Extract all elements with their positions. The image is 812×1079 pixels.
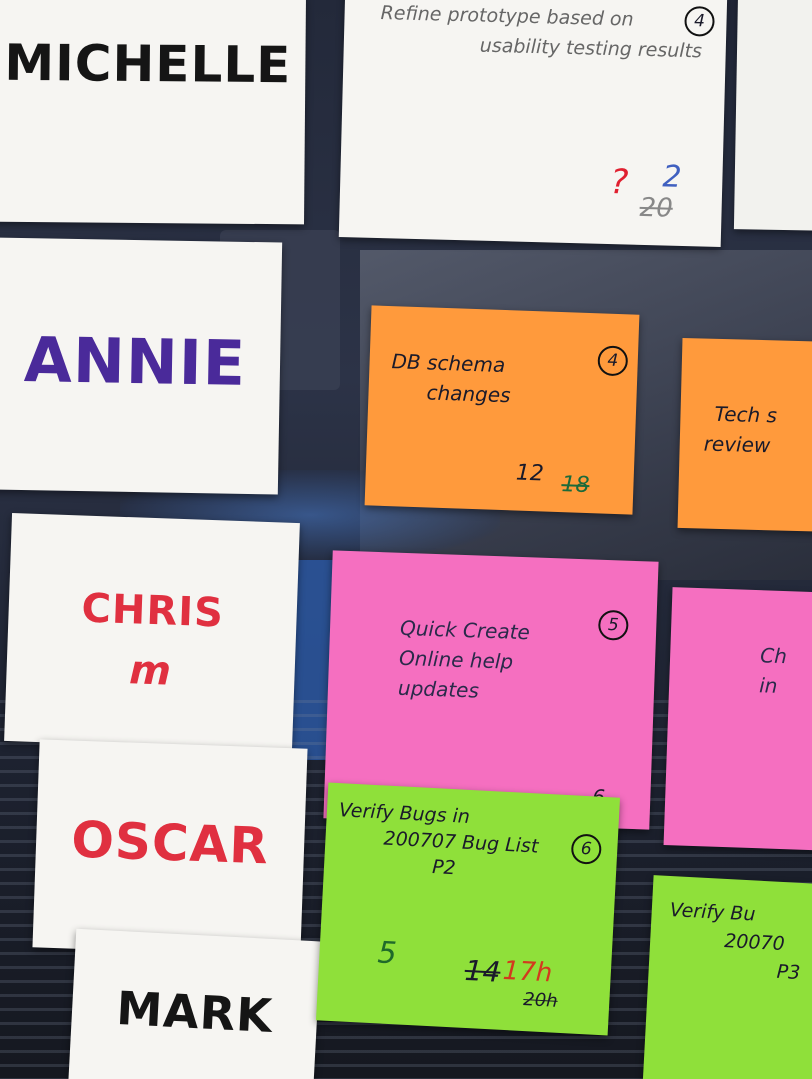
note-text-line: DB schema bbox=[391, 349, 506, 378]
note-text-line: Quick Create bbox=[399, 615, 531, 645]
name-card-mark: MARK bbox=[67, 928, 322, 1079]
estimate-question: ? bbox=[609, 162, 629, 203]
estimate-green: 5 bbox=[376, 935, 398, 972]
note-text-line: P3 bbox=[776, 960, 801, 984]
estimate-old: 18 bbox=[560, 472, 590, 499]
note-text-line: Online help bbox=[398, 645, 514, 674]
note-text-line: changes bbox=[426, 380, 511, 408]
task-number-badge: 4 bbox=[597, 345, 629, 377]
estimate-old: 14 bbox=[463, 953, 502, 989]
task-note-verify-bugs-p2: Verify Bugs in 200707 Bug List P2 6 5 14… bbox=[315, 782, 621, 1036]
estimate-new: 12 bbox=[515, 460, 545, 487]
estimate-old: 20 bbox=[639, 192, 674, 224]
note-text-line: review bbox=[703, 431, 771, 458]
name-michelle: MICHELLE bbox=[4, 33, 292, 95]
estimate-new: 2 bbox=[661, 159, 682, 195]
name-card-oscar: OSCAR bbox=[32, 739, 308, 957]
name-oscar: OSCAR bbox=[70, 810, 270, 876]
task-number-badge: 4 bbox=[684, 5, 715, 37]
task-number-badge: 6 bbox=[570, 833, 603, 865]
task-note-tech-review: Tech s review bbox=[677, 337, 812, 533]
name-annie: ANNIE bbox=[23, 323, 247, 400]
task-number-badge: 5 bbox=[597, 609, 629, 641]
photo-scene: MICHELLE ANNIE CHRIS m OSCAR MARK Refine… bbox=[0, 0, 812, 1079]
name-mark: MARK bbox=[115, 980, 275, 1044]
note-text-line: in bbox=[758, 673, 778, 698]
note-text-line: updates bbox=[397, 675, 480, 703]
estimate-old: 20h bbox=[522, 989, 559, 1012]
name-chris: CHRIS bbox=[80, 585, 225, 637]
name-card-michelle: MICHELLE bbox=[0, 0, 306, 225]
task-note-db-schema: DB schema changes 4 12 18 bbox=[364, 305, 640, 515]
note-text-line: Ch bbox=[759, 643, 788, 669]
note-text-line: Tech s bbox=[714, 401, 778, 428]
task-note-refine-prototype: Refine prototype based on usability test… bbox=[338, 0, 728, 247]
task-note-partial-pink: Ch in bbox=[663, 587, 812, 851]
name-chris-initial: m bbox=[128, 647, 173, 695]
name-card-chris: CHRIS m bbox=[4, 513, 300, 751]
task-note-verify-bugs-p3: Verify Bu 20070 P3 bbox=[642, 875, 812, 1079]
estimate-new: 17h bbox=[502, 955, 554, 989]
name-card-annie: ANNIE bbox=[0, 237, 283, 495]
task-note-partial-white bbox=[733, 0, 812, 231]
